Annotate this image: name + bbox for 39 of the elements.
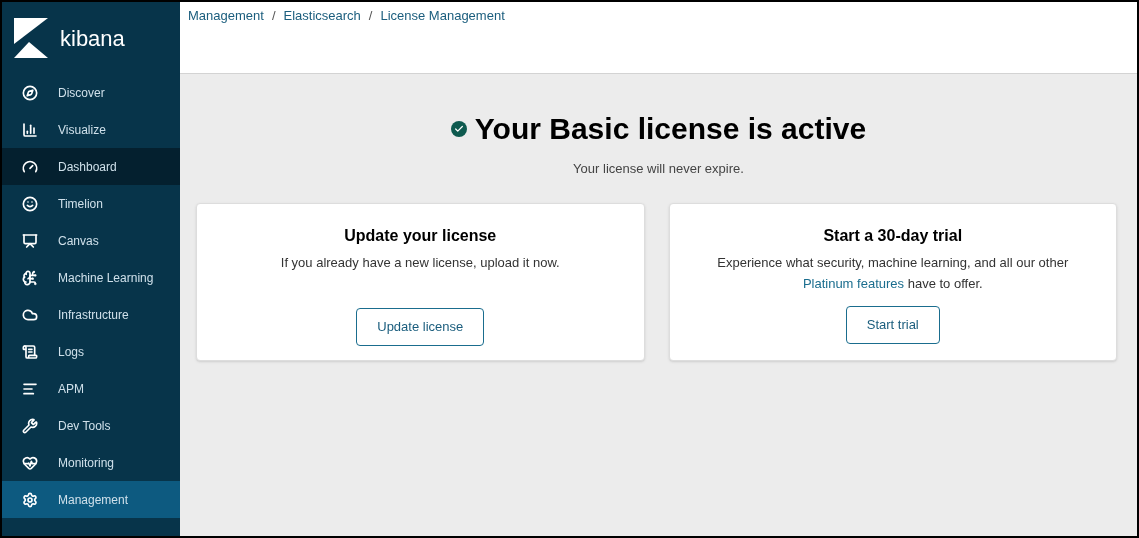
bar-chart-icon [22, 121, 38, 138]
breadcrumb-separator: / [368, 7, 373, 25]
heart-pulse-icon [22, 454, 38, 471]
nav-item[interactable]: Machine Learning [2, 259, 180, 296]
card-description: If you already have a new license, upload it now. [280, 253, 560, 272]
breadcrumb-link[interactable]: Management [188, 6, 264, 26]
nav-item[interactable]: Logs [2, 333, 180, 370]
gear-icon [22, 491, 38, 508]
nav-item[interactable]: Dev Tools [2, 407, 180, 444]
nav-item[interactable]: Canvas [2, 222, 180, 259]
card-title: Start a 30-day trial [823, 225, 963, 246]
platinum-features-link[interactable]: Platinum features [802, 275, 905, 291]
license-expiry-text: Your license will never expire. [573, 160, 744, 178]
document-icon [22, 343, 38, 360]
nav-item[interactable]: Monitoring [2, 444, 180, 481]
breadcrumb-separator: / [271, 7, 276, 25]
breadcrumb-link[interactable]: Elasticsearch [283, 6, 361, 26]
compass-icon [22, 84, 38, 101]
license-status-title: Your Basic license is active [474, 111, 867, 147]
logo-text: kibana [60, 24, 125, 53]
nav-item[interactable]: Timelion [2, 185, 180, 222]
logo-icon [14, 18, 48, 58]
nav-item[interactable]: Discover [2, 74, 180, 111]
nav-item[interactable]: Management [2, 481, 180, 518]
nav-item[interactable]: Visualize [2, 111, 180, 148]
nav-item[interactable]: APM [2, 370, 180, 407]
nav-item[interactable]: Infrastructure [2, 296, 180, 333]
start-trial-button[interactable]: Start trial [845, 305, 940, 344]
face-icon [22, 195, 38, 212]
nav-item[interactable]: Dashboard [2, 148, 180, 185]
gauge-icon [22, 158, 38, 175]
wrench-icon [22, 417, 38, 434]
card-title: Update your license [344, 225, 497, 246]
breadcrumb-link[interactable]: License Management [380, 6, 505, 26]
cloud-icon [22, 306, 38, 323]
update-license-button[interactable]: Update license [356, 307, 485, 346]
card-description: Experience what security, machine learning, and all our other Platinum features have to offer. [716, 253, 1070, 293]
easel-icon [22, 232, 38, 249]
brain-icon [22, 269, 38, 286]
